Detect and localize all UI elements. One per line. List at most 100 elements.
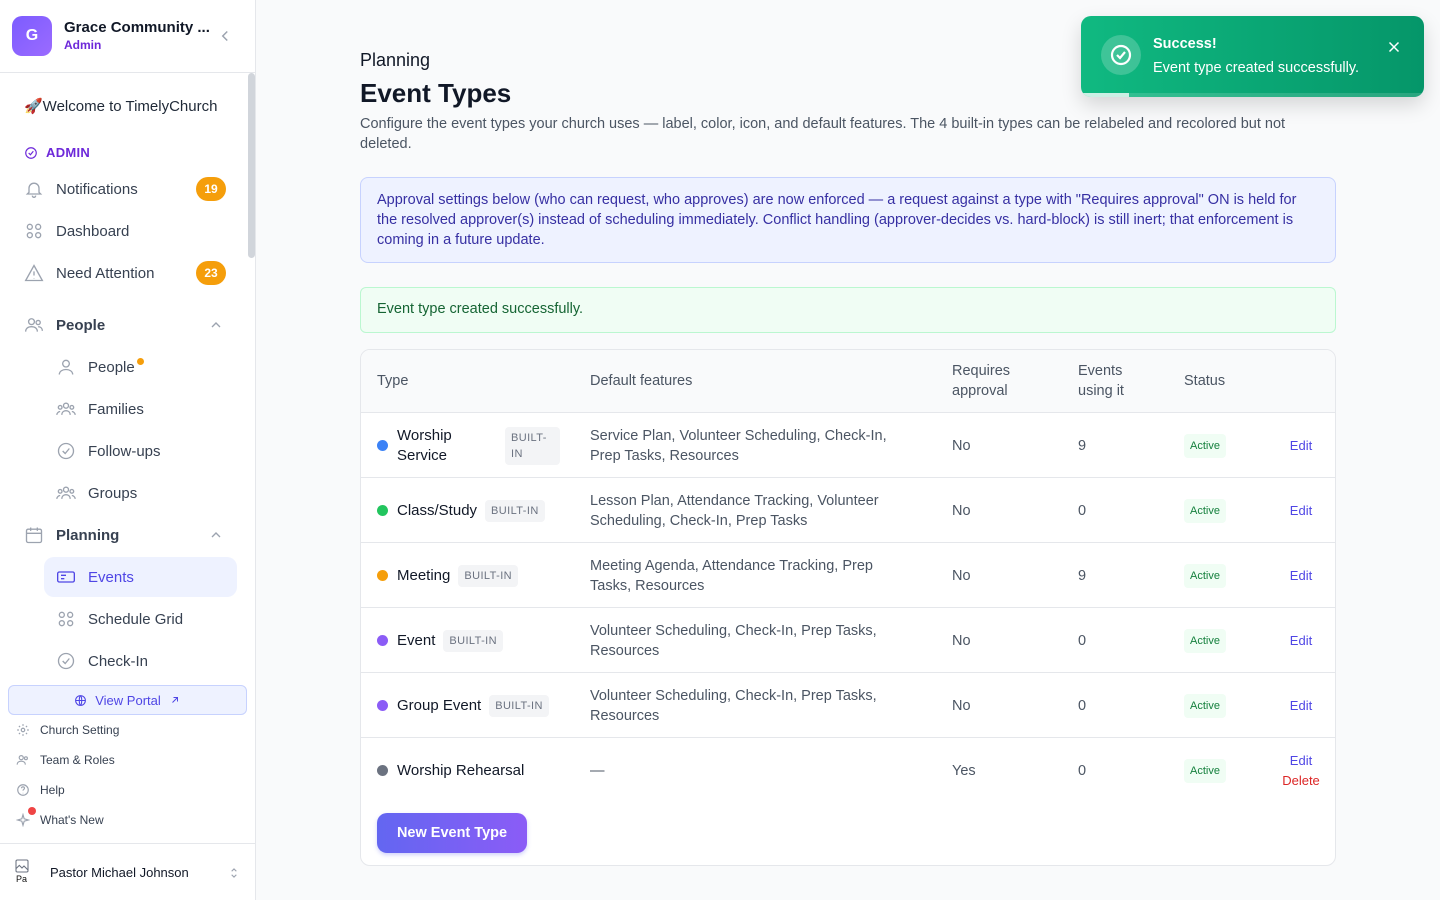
chevron-up-icon	[211, 322, 221, 328]
status-badge: Active	[1184, 758, 1226, 783]
notifications-count-badge: 19	[196, 177, 226, 201]
unread-dot	[28, 807, 36, 815]
success-toast: Success! Event type created successfully…	[1081, 16, 1424, 97]
footer-item-label: Church Setting	[40, 723, 120, 737]
features-cell: Meeting Agenda, Attendance Tracking, Pre…	[590, 557, 873, 594]
sidebar-item-events[interactable]: Events	[44, 557, 237, 597]
welcome-link[interactable]: 🚀Welcome to TimelyChurch	[24, 97, 217, 115]
sidebar-item-label: Check-In	[88, 652, 149, 670]
view-portal-button[interactable]: View Portal	[8, 685, 247, 715]
edit-link[interactable]: Edit	[1290, 566, 1312, 586]
check-circle-icon	[57, 652, 75, 670]
events-count-cell: 9	[1078, 437, 1087, 454]
avatar: Pa	[14, 858, 38, 888]
actions-cell: Edit	[1281, 673, 1321, 738]
sidebar-item-label: Schedule Grid	[88, 610, 184, 628]
events-count-cell: 0	[1078, 632, 1087, 649]
features-cell: Volunteer Scheduling, Check-In, Prep Tas…	[590, 687, 877, 724]
org-switcher[interactable]: G Grace Community ... Admin	[0, 0, 255, 73]
check-circle-icon	[25, 146, 37, 159]
sidebar-scrollbar[interactable]	[248, 73, 255, 258]
event-types-table: Type Default features Requires approval …	[360, 349, 1336, 866]
sparkle-icon	[15, 812, 31, 828]
status-badge: Active	[1184, 498, 1226, 523]
toast-progress-bar	[1081, 93, 1130, 97]
need-attention-count-badge: 23	[196, 261, 226, 285]
col-status: Status	[1184, 373, 1226, 389]
footer-help[interactable]: Help	[16, 780, 65, 800]
chevron-left-icon[interactable]	[216, 27, 234, 45]
dashboard-grid-icon	[26, 223, 42, 239]
approval-cell: No	[952, 567, 971, 584]
new-event-type-button[interactable]: New Event Type	[377, 813, 527, 853]
status-badge: Active	[1184, 563, 1226, 588]
sidebar-item-label: Events	[88, 568, 134, 586]
breadcrumb[interactable]: Planning	[360, 50, 430, 71]
status-badge: Active	[1184, 628, 1226, 653]
sidebar-item-label: Notifications	[56, 180, 138, 198]
sidebar-item-groups[interactable]: Groups	[44, 473, 237, 513]
page-title: Event Types	[360, 78, 512, 108]
user-menu[interactable]: Pa Pastor Michael Johnson	[0, 843, 255, 900]
table-row: Worship Rehearsal — Yes 0 Active Edit Delete	[361, 737, 1335, 802]
features-cell: Lesson Plan, Attendance Tracking, Volunt…	[590, 492, 879, 529]
edit-link[interactable]: Edit	[1290, 631, 1312, 651]
col-default-features: Default features	[590, 373, 693, 389]
footer-item-label: Help	[40, 783, 65, 797]
type-cell: Worship Service BUILT-IN	[377, 413, 577, 478]
avatar-alt-text: Pa	[16, 874, 28, 884]
type-name: Worship Rehearsal	[397, 761, 525, 779]
footer-church-setting[interactable]: Church Setting	[16, 720, 119, 740]
footer-team-roles[interactable]: Team & Roles	[16, 750, 115, 770]
type-cell: Worship Rehearsal	[377, 738, 577, 803]
status-cell: Active	[1184, 413, 1226, 478]
ticket-icon	[57, 571, 75, 583]
actions-cell: Edit	[1281, 543, 1321, 608]
type-color-dot	[377, 570, 388, 581]
gear-icon	[17, 724, 29, 736]
user-name: Pastor Michael Johnson	[50, 865, 189, 880]
built-in-badge: BUILT-IN	[505, 426, 560, 465]
globe-icon	[75, 694, 87, 706]
features-cell: Service Plan, Volunteer Scheduling, Chec…	[590, 427, 887, 464]
sidebar-section-people[interactable]: People	[24, 309, 232, 341]
edit-link[interactable]: Edit	[1290, 436, 1312, 456]
events-count-cell: 0	[1078, 502, 1087, 519]
col-events-using: Events using it	[1078, 363, 1124, 399]
events-count-cell: 0	[1078, 762, 1087, 779]
sidebar-item-families[interactable]: Families	[44, 389, 237, 429]
sidebar-item-people[interactable]: People	[44, 347, 237, 387]
edit-link[interactable]: Edit	[1290, 696, 1312, 716]
status-cell: Active	[1184, 673, 1226, 738]
sidebar-item-label: Families	[88, 400, 144, 418]
close-icon[interactable]	[1385, 38, 1403, 56]
families-icon	[56, 402, 76, 415]
sidebar-section-label: Planning	[56, 526, 120, 544]
status-badge: Active	[1184, 693, 1226, 718]
type-cell: Meeting BUILT-IN	[377, 543, 577, 608]
built-in-badge: BUILT-IN	[443, 629, 503, 652]
sidebar-item-notifications[interactable]: Notifications 19	[24, 173, 232, 205]
status-cell: Active	[1184, 478, 1226, 543]
footer-whats-new[interactable]: What's New	[15, 807, 104, 830]
sidebar-section-planning[interactable]: Planning	[24, 519, 232, 551]
col-requires-approval: Requires approval	[952, 363, 1011, 399]
type-color-dot	[377, 765, 388, 776]
events-count-cell: 0	[1078, 697, 1087, 714]
users-icon	[25, 318, 43, 332]
toast-title: Success!	[1153, 36, 1217, 52]
type-name: Class/Study	[397, 501, 478, 519]
sidebar-item-need-attention[interactable]: Need Attention 23	[24, 257, 232, 289]
type-color-dot	[377, 635, 388, 646]
approval-cell: Yes	[952, 762, 976, 779]
sidebar-item-schedule-grid[interactable]: Schedule Grid	[44, 599, 237, 639]
view-portal-label: View Portal	[95, 692, 161, 708]
delete-link[interactable]: Delete	[1282, 771, 1320, 791]
sidebar-item-follow-ups[interactable]: Follow-ups	[44, 431, 237, 471]
sidebar-item-dashboard[interactable]: Dashboard	[24, 215, 232, 247]
edit-link[interactable]: Edit	[1290, 501, 1312, 521]
sidebar-item-label: Follow-ups	[88, 442, 161, 460]
type-color-dot	[377, 440, 388, 451]
sidebar-item-check-in[interactable]: Check-In	[44, 641, 237, 675]
edit-link[interactable]: Edit	[1290, 751, 1312, 771]
